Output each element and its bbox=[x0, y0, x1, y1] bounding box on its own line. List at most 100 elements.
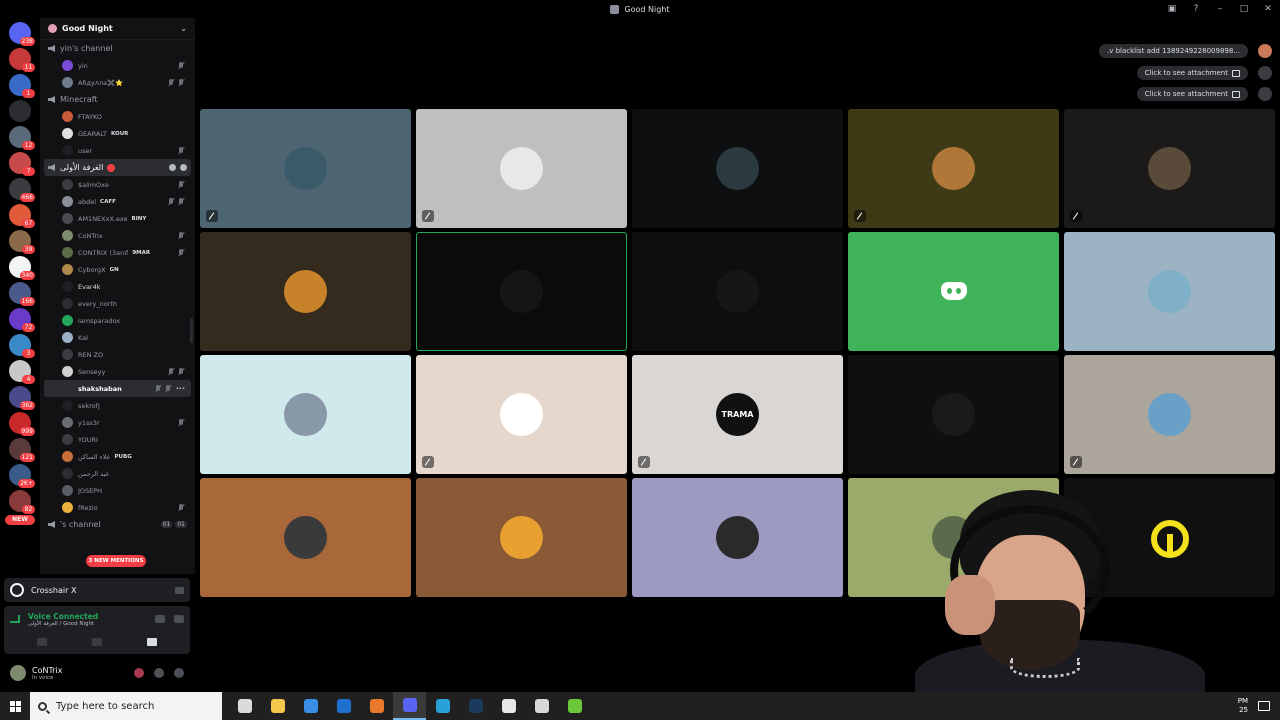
edge-icon[interactable] bbox=[426, 692, 459, 720]
participant-tile[interactable] bbox=[632, 232, 843, 351]
voice-user[interactable]: CyborgX GN bbox=[40, 261, 195, 278]
participant-tile[interactable] bbox=[848, 109, 1059, 228]
chrome-icon[interactable] bbox=[525, 692, 558, 720]
mic-muted-icon[interactable] bbox=[134, 668, 144, 678]
more-options-icon[interactable]: ··· bbox=[176, 384, 185, 393]
chat-notification[interactable]: Click to see attachment bbox=[1136, 66, 1248, 80]
voice-channel[interactable]: Minecraft bbox=[40, 91, 195, 108]
server-icon[interactable]: 362 bbox=[9, 386, 35, 410]
participant-tile[interactable] bbox=[200, 109, 411, 228]
voice-user[interactable]: Kal bbox=[40, 329, 195, 346]
server-icon[interactable]: 3 bbox=[9, 334, 35, 358]
user-avatar[interactable] bbox=[10, 665, 26, 681]
voice-user[interactable]: y1ss3r bbox=[40, 414, 195, 431]
participant-tile[interactable] bbox=[200, 355, 411, 474]
server-icon[interactable] bbox=[9, 100, 31, 122]
gear-icon[interactable] bbox=[174, 668, 184, 678]
new-badge[interactable]: NEW bbox=[5, 515, 35, 525]
chat-icon[interactable] bbox=[169, 164, 176, 171]
chevron-down-icon[interactable]: ⌄ bbox=[180, 24, 187, 33]
server-icon[interactable]: 7 bbox=[9, 152, 35, 176]
activity-button[interactable] bbox=[147, 638, 158, 646]
server-icon[interactable]: 238 bbox=[9, 22, 35, 46]
voice-user[interactable]: JOSEPH bbox=[40, 482, 195, 499]
voice-channel[interactable]: 's channel 01 01 bbox=[40, 516, 195, 533]
voice-user[interactable]: sekrofj bbox=[40, 397, 195, 414]
participant-tile[interactable] bbox=[200, 232, 411, 351]
server-icon[interactable]: 39 bbox=[9, 230, 35, 254]
headphones-icon[interactable] bbox=[154, 668, 164, 678]
voice-user[interactable]: fRezio bbox=[40, 499, 195, 516]
signal-icon[interactable] bbox=[10, 615, 20, 623]
voice-user[interactable]: user bbox=[40, 142, 195, 159]
participant-tile[interactable] bbox=[416, 478, 627, 597]
participant-tile[interactable] bbox=[848, 232, 1059, 351]
store-icon[interactable] bbox=[294, 692, 327, 720]
server-icon[interactable]: 340 bbox=[9, 256, 35, 280]
participant-tile[interactable] bbox=[416, 232, 627, 351]
voice-user[interactable]: yin bbox=[40, 57, 195, 74]
new-mentions-badge[interactable]: 3 NEW MENTIONS bbox=[86, 555, 146, 567]
voice-user[interactable]: GEARALT KOUR bbox=[40, 125, 195, 142]
notification-center-icon[interactable] bbox=[1258, 701, 1270, 711]
server-icon[interactable]: 1 bbox=[9, 74, 35, 98]
server-icon[interactable]: 12 bbox=[9, 126, 35, 150]
start-button[interactable] bbox=[0, 692, 30, 720]
minimize-button[interactable]: – bbox=[1208, 4, 1232, 14]
outlook-icon[interactable] bbox=[327, 692, 360, 720]
clock[interactable]: PM 25 bbox=[1238, 697, 1248, 715]
disconnect-icon[interactable] bbox=[174, 615, 184, 623]
app-white-icon[interactable] bbox=[492, 692, 525, 720]
voice-user[interactable]: Evar4k bbox=[40, 278, 195, 295]
voice-user[interactable]: iamsparadox bbox=[40, 312, 195, 329]
server-icon[interactable]: 466 bbox=[9, 178, 35, 202]
chat-notification[interactable]: Click to see attachment bbox=[1136, 87, 1248, 101]
voice-user[interactable]: FTAYKO bbox=[40, 108, 195, 125]
activity-options-icon[interactable] bbox=[175, 586, 184, 594]
voice-user[interactable]: AM1NEXxX.exe BINY bbox=[40, 210, 195, 227]
server-icon[interactable]: 2K+ bbox=[9, 464, 35, 488]
server-icon[interactable]: 121 bbox=[9, 438, 35, 462]
voice-location[interactable]: الغرفة الأولى / Good Night bbox=[28, 621, 98, 627]
voice-user[interactable]: $alimOxe bbox=[40, 176, 195, 193]
participant-tile[interactable] bbox=[416, 355, 627, 474]
server-icon[interactable]: 4 bbox=[9, 360, 35, 384]
chat-notification[interactable]: .v blacklist add 1389249228009898... bbox=[1098, 44, 1248, 58]
close-button[interactable]: ✕ bbox=[1256, 4, 1280, 14]
participant-tile[interactable] bbox=[632, 478, 843, 597]
invite-icon[interactable] bbox=[180, 164, 187, 171]
steam-icon[interactable] bbox=[459, 692, 492, 720]
noise-suppression-icon[interactable] bbox=[155, 615, 165, 623]
server-icon[interactable]: 67 bbox=[9, 204, 35, 228]
server-icon[interactable]: 72 bbox=[9, 308, 35, 332]
server-icon[interactable]: 166 bbox=[9, 282, 35, 306]
file-explorer-icon[interactable] bbox=[261, 692, 294, 720]
participant-tile[interactable] bbox=[848, 355, 1059, 474]
task-view-icon[interactable] bbox=[228, 692, 261, 720]
participant-tile[interactable] bbox=[200, 478, 411, 597]
participant-tile[interactable] bbox=[1064, 232, 1275, 351]
participant-tile[interactable] bbox=[632, 109, 843, 228]
voice-user[interactable]: Абдулла✖️⭐ bbox=[40, 74, 195, 91]
voice-user[interactable]: abdel CAFF bbox=[40, 193, 195, 210]
maximize-button[interactable]: □ bbox=[1232, 4, 1256, 14]
server-icon[interactable]: 999 bbox=[9, 412, 35, 436]
camera-button[interactable] bbox=[36, 638, 47, 646]
voice-user[interactable]: عبد الرحمن bbox=[40, 465, 195, 482]
app-green-icon[interactable] bbox=[558, 692, 591, 720]
voice-user[interactable]: every_north bbox=[40, 295, 195, 312]
participant-tile[interactable] bbox=[416, 109, 627, 228]
scrollbar[interactable] bbox=[190, 318, 193, 343]
activity-panel[interactable]: Crosshair X bbox=[4, 578, 190, 602]
discord-icon[interactable] bbox=[393, 692, 426, 720]
voice-user[interactable]: shakshaban ··· bbox=[44, 380, 191, 397]
voice-user[interactable]: علاء الساكن PUBG bbox=[40, 448, 195, 465]
server-icon[interactable]: 11 bbox=[9, 48, 35, 72]
participant-tile[interactable] bbox=[1064, 109, 1275, 228]
app-orange-icon[interactable] bbox=[360, 692, 393, 720]
voice-user[interactable]: CONTRIX (3anif 9MAR bbox=[40, 244, 195, 261]
voice-user[interactable]: Senseyy bbox=[40, 363, 195, 380]
voice-user[interactable]: YOURI bbox=[40, 431, 195, 448]
voice-user[interactable]: CoNTrix bbox=[40, 227, 195, 244]
taskbar-search[interactable]: Type here to search bbox=[30, 692, 222, 720]
